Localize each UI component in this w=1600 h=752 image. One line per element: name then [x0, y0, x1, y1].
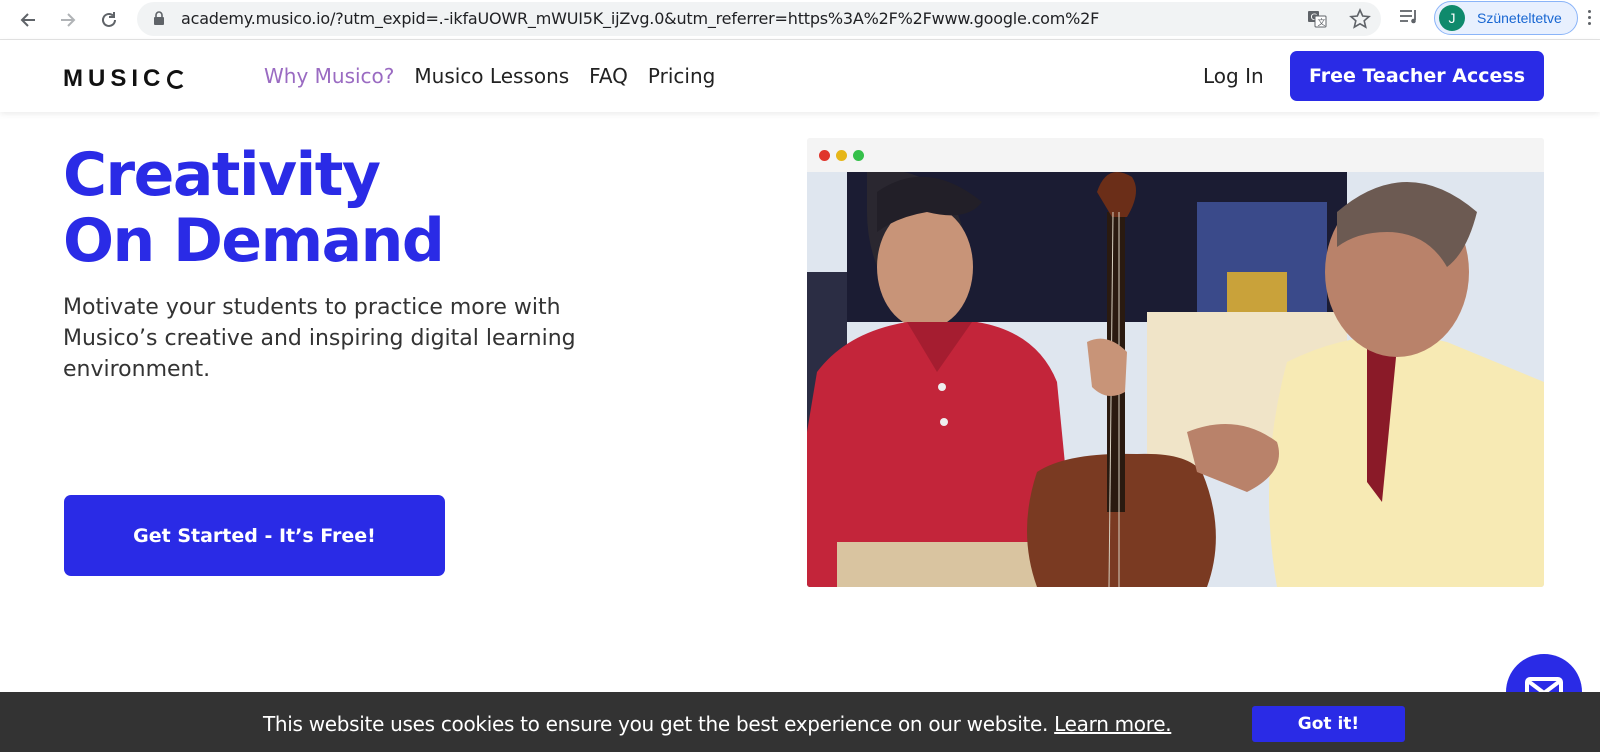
- cookie-text: This website uses cookies to ensure you …: [263, 712, 1049, 736]
- media-icon[interactable]: [1398, 7, 1420, 32]
- hero-title-line1: Creativity: [63, 140, 381, 210]
- hero-photo-window: [807, 138, 1544, 587]
- profile-chip[interactable]: J Szüneteltetve: [1434, 1, 1578, 35]
- star-icon[interactable]: [1349, 8, 1371, 35]
- lock-icon: [153, 11, 165, 31]
- url-text: academy.musico.io/?utm_expid=.-ikfaUOWR_…: [181, 9, 1100, 28]
- window-dot-green: [853, 150, 864, 161]
- hero-subtitle: Motivate your students to practice more …: [63, 295, 576, 382]
- main-nav: Why Musico? Musico Lessons FAQ Pricing: [264, 64, 715, 88]
- back-icon[interactable]: [12, 4, 44, 36]
- forward-icon[interactable]: [52, 4, 84, 36]
- kebab-icon[interactable]: [1588, 10, 1592, 28]
- cookie-banner: This website uses cookies to ensure you …: [0, 692, 1600, 752]
- hero-title-line2: On Demand: [63, 206, 445, 276]
- avatar: J: [1439, 5, 1465, 31]
- cello-lesson-photo: [807, 172, 1544, 587]
- hero-title: Creativity On Demand: [63, 140, 445, 276]
- window-dot-red: [819, 150, 830, 161]
- nav-pricing[interactable]: Pricing: [648, 64, 715, 88]
- translate-icon[interactable]: G文: [1307, 9, 1327, 34]
- musico-logo[interactable]: MUSIC: [63, 65, 187, 93]
- got-it-button[interactable]: Got it!: [1252, 706, 1405, 742]
- photo-window-bar: [807, 138, 1544, 172]
- free-teacher-access-button[interactable]: Free Teacher Access: [1290, 51, 1544, 101]
- reload-icon[interactable]: [93, 4, 125, 36]
- nav-faq[interactable]: FAQ: [589, 64, 628, 88]
- browser-toolbar: academy.musico.io/?utm_expid=.-ikfaUOWR_…: [0, 0, 1600, 40]
- cookie-message: This website uses cookies to ensure you …: [263, 712, 1172, 736]
- site-header: MUSIC Why Musico? Musico Lessons FAQ Pri…: [0, 40, 1600, 112]
- address-bar[interactable]: academy.musico.io/?utm_expid=.-ikfaUOWR_…: [137, 2, 1381, 36]
- nav-why-musico[interactable]: Why Musico?: [264, 64, 394, 88]
- logo-text: MUSIC: [63, 65, 166, 92]
- profile-name: Szüneteltetve: [1477, 10, 1562, 26]
- window-dot-yellow: [836, 150, 847, 161]
- svg-text:文: 文: [1318, 17, 1326, 27]
- nav-musico-lessons[interactable]: Musico Lessons: [414, 64, 569, 88]
- login-link[interactable]: Log In: [1203, 64, 1264, 88]
- get-started-button[interactable]: Get Started - It’s Free!: [64, 495, 445, 576]
- learn-more-link[interactable]: Learn more.: [1054, 712, 1171, 736]
- logo-ring-icon: [167, 69, 187, 89]
